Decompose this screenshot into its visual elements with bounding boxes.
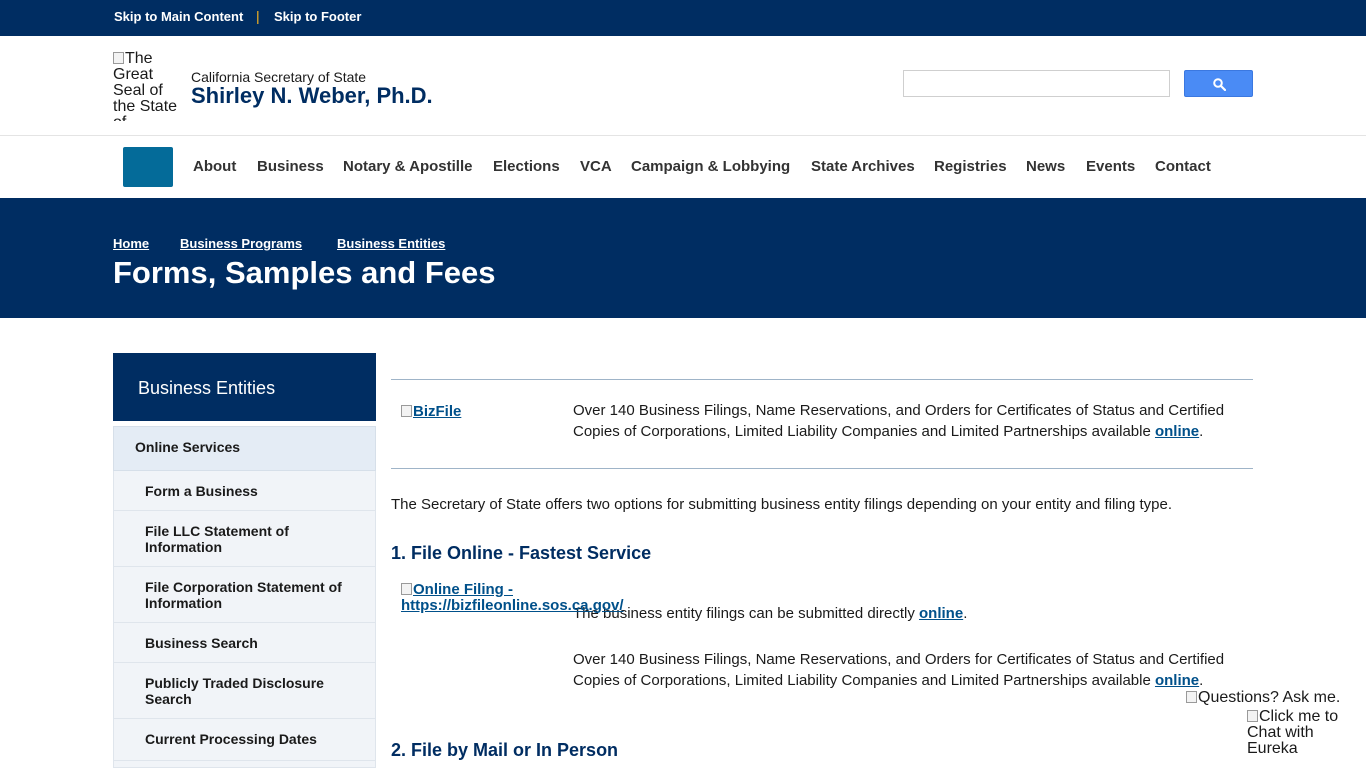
broken-image-icon bbox=[113, 52, 124, 64]
sidebar-item-label: File Corporation Statement of Informatio… bbox=[145, 579, 342, 611]
online-period-2: . bbox=[1199, 672, 1204, 689]
broken-image-icon bbox=[401, 583, 412, 595]
skip-bar: Skip to Main Content | Skip to Footer bbox=[0, 0, 1366, 36]
skip-to-main-link[interactable]: Skip to Main Content bbox=[114, 9, 243, 24]
sidebar-item-label: Business Search bbox=[145, 635, 258, 651]
bizfile-period: . bbox=[1199, 423, 1204, 440]
menu-toggle-button[interactable] bbox=[123, 147, 173, 187]
nav-item-vca[interactable]: VCA bbox=[580, 158, 612, 175]
sidebar-heading: Business Entities bbox=[113, 353, 376, 421]
chat-launcher-alt: Click me to Chat with Eureka bbox=[1247, 709, 1339, 757]
nav-item-contact[interactable]: Contact bbox=[1155, 158, 1211, 175]
nav-item-state-archives[interactable]: State Archives bbox=[811, 158, 915, 175]
bizfile-image-link[interactable]: BizFile bbox=[401, 404, 461, 420]
page-title: Forms, Samples and Fees bbox=[113, 255, 496, 290]
intro-text: The Secretary of State offers two option… bbox=[391, 496, 1172, 513]
sidebar-group-label: Online Services bbox=[135, 439, 241, 455]
nav-item-events[interactable]: Events bbox=[1086, 158, 1135, 175]
chat-questions-image[interactable]: Questions? Ask me. bbox=[1186, 689, 1340, 707]
breadcrumb-business-programs[interactable]: Business Programs bbox=[180, 236, 302, 251]
broken-image-icon bbox=[1247, 710, 1258, 722]
sidebar-item-current-processing-dates[interactable]: Current Processing Dates bbox=[113, 719, 376, 761]
search-input[interactable] bbox=[903, 70, 1170, 97]
main-nav: About Business Notary & Apostille Electi… bbox=[0, 137, 1366, 198]
skip-to-footer-link[interactable]: Skip to Footer bbox=[274, 9, 361, 24]
nav-item-campaign-lobbying[interactable]: Campaign & Lobbying bbox=[631, 158, 790, 175]
nav-item-registries[interactable]: Registries bbox=[934, 158, 1007, 175]
state-seal-image[interactable]: The Great Seal of the State of Californi… bbox=[113, 51, 179, 121]
nav-item-elections[interactable]: Elections bbox=[493, 158, 560, 175]
sidebar-item-next[interactable] bbox=[113, 761, 376, 768]
online-description: The business entity filings can be submi… bbox=[573, 603, 1243, 624]
chat-launcher-image[interactable]: Click me to Chat with Eureka bbox=[1247, 709, 1347, 757]
online-description-2: Over 140 Business Filings, Name Reservat… bbox=[573, 649, 1243, 691]
sidebar-item-business-search[interactable]: Business Search bbox=[113, 623, 376, 663]
online-filing-image-link[interactable]: Online Filing - https://bizfileonline.so… bbox=[401, 582, 641, 614]
bizfile-text: Over 140 Business Filings, Name Reservat… bbox=[573, 402, 1225, 440]
official-name: Shirley N. Weber, Ph.D. bbox=[191, 83, 433, 108]
online-link-2[interactable]: online bbox=[1155, 672, 1199, 689]
broken-image-icon bbox=[1186, 691, 1197, 703]
nav-item-about[interactable]: About bbox=[193, 158, 236, 175]
sidebar-item-publicly-traded-disclosure[interactable]: Publicly Traded Disclosure Search bbox=[113, 663, 376, 719]
section-heading-file-online: 1. File Online - Fastest Service bbox=[391, 543, 652, 563]
skip-separator: | bbox=[256, 8, 260, 24]
nav-item-business[interactable]: Business bbox=[257, 158, 324, 175]
bizfile-description: Over 140 Business Filings, Name Reservat… bbox=[573, 400, 1243, 442]
nav-item-news[interactable]: News bbox=[1026, 158, 1065, 175]
sidebar-item-file-llc-statement[interactable]: File LLC Statement of Information bbox=[113, 511, 376, 567]
sidebar-group-online-services[interactable]: Online Services bbox=[113, 426, 376, 471]
sidebar-item-label: Publicly Traded Disclosure Search bbox=[145, 675, 324, 707]
site-header: The Great Seal of the State of Californi… bbox=[0, 36, 1366, 136]
section-heading-file-by-mail: 2. File by Mail or In Person bbox=[391, 740, 619, 760]
sidebar-item-label: File LLC Statement of Information bbox=[145, 523, 289, 555]
chat-questions-alt: Questions? Ask me. bbox=[1198, 689, 1341, 706]
sidebar-item-label: Form a Business bbox=[145, 483, 258, 499]
sidebar-item-label: Current Processing Dates bbox=[145, 731, 317, 747]
online-filing-alt-text: Online Filing - https://bizfileonline.so… bbox=[401, 581, 624, 614]
bizfile-online-link[interactable]: online bbox=[1155, 423, 1199, 440]
breadcrumb-business-entities[interactable]: Business Entities bbox=[337, 236, 445, 251]
online-period: . bbox=[963, 605, 968, 622]
sidebar-heading-label: Business Entities bbox=[138, 378, 276, 398]
online-filing-link[interactable]: online bbox=[919, 605, 963, 622]
nav-item-notary-apostille[interactable]: Notary & Apostille bbox=[343, 158, 472, 175]
sidebar-item-form-a-business[interactable]: Form a Business bbox=[113, 471, 376, 511]
search-icon bbox=[1213, 78, 1226, 91]
bizfile-alt-text: BizFile bbox=[413, 403, 462, 420]
page-banner: Home Business Programs Business Entities… bbox=[0, 198, 1366, 318]
divider bbox=[391, 379, 1253, 380]
sidebar-item-file-corporation-statement[interactable]: File Corporation Statement of Informatio… bbox=[113, 567, 376, 623]
search-button[interactable] bbox=[1184, 70, 1253, 97]
breadcrumb-home[interactable]: Home bbox=[113, 236, 149, 251]
divider bbox=[391, 468, 1253, 469]
broken-image-icon bbox=[401, 405, 412, 417]
online-text-2: Over 140 Business Filings, Name Reservat… bbox=[573, 651, 1225, 689]
